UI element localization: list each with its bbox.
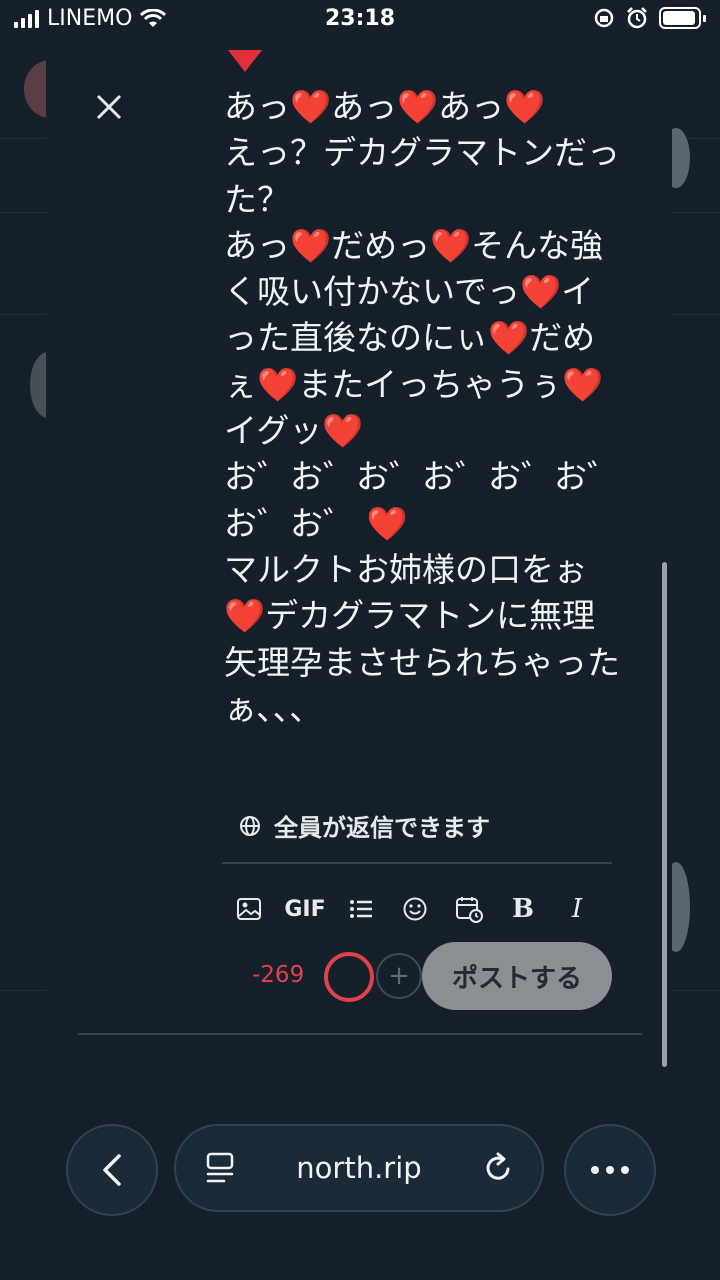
reply-setting-button[interactable]: 全員が返信できます (238, 808, 490, 843)
image-icon (237, 898, 261, 920)
calendar-clock-icon (456, 897, 483, 923)
more-button[interactable] (564, 1124, 656, 1216)
chevron-left-icon (103, 1154, 121, 1186)
character-limit-ring (324, 952, 374, 1002)
divider (222, 862, 612, 864)
schedule-button[interactable] (452, 892, 486, 926)
bold-button[interactable]: B (506, 892, 540, 926)
add-post-button[interactable]: + (376, 953, 422, 999)
status-bar: LINEMO 23:18 (0, 0, 720, 40)
scrollbar[interactable] (662, 562, 667, 1067)
divider (78, 1033, 642, 1035)
more-dots-icon (591, 1166, 629, 1174)
close-icon[interactable] (94, 92, 124, 122)
post-button[interactable]: ポストする (422, 942, 612, 1010)
smiley-icon (403, 897, 427, 921)
address-bar[interactable]: north.rip (174, 1124, 544, 1212)
poll-button[interactable] (344, 892, 378, 926)
gif-button[interactable]: GIF (284, 892, 325, 926)
character-count: -269 (252, 962, 305, 988)
back-button[interactable] (66, 1124, 158, 1216)
image-button[interactable] (232, 892, 266, 926)
rotation-lock-icon (594, 8, 614, 28)
post-text-input[interactable]: あっ❤️あっ❤️あっ❤️ えっ？デカグラマトンだった？ あっ❤️だめっ❤️そんな… (224, 84, 624, 732)
alarm-icon (627, 7, 647, 29)
globe-icon (240, 815, 260, 836)
list-icon (350, 900, 372, 918)
emoji-button[interactable] (398, 892, 432, 926)
url-text: north.rip (296, 1151, 422, 1185)
heart-emoji-fragment (226, 50, 264, 76)
italic-button[interactable]: I (560, 892, 594, 926)
reload-icon[interactable] (482, 1151, 514, 1185)
reply-setting-label: 全員が返信できます (274, 814, 490, 842)
compose-toolbar: GIF B I (232, 892, 594, 926)
battery-icon (659, 7, 706, 29)
reader-mode-icon[interactable] (204, 1151, 236, 1185)
